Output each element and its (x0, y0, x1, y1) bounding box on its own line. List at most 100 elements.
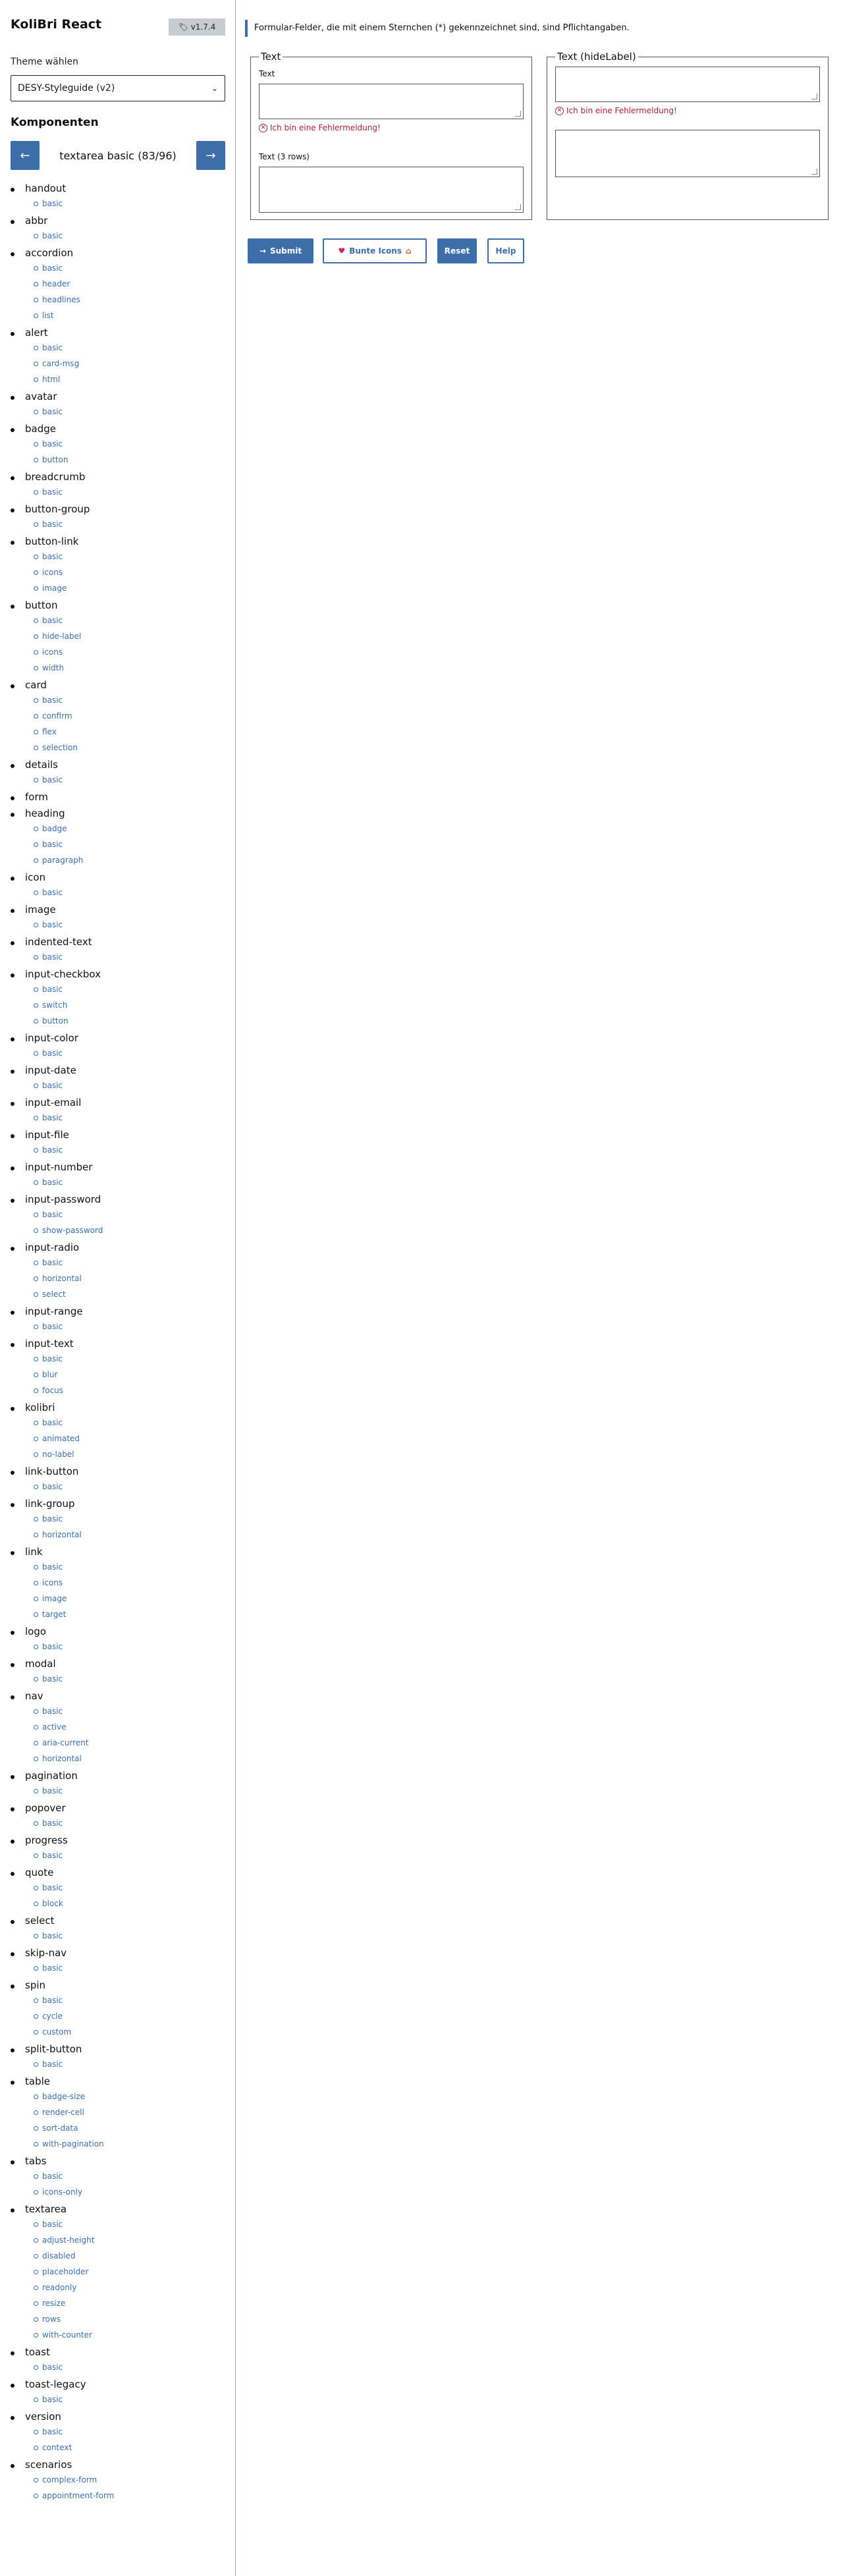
story-link[interactable]: basic (34, 1559, 227, 1575)
story-link[interactable]: header (34, 276, 227, 292)
story-link[interactable]: icons (34, 644, 227, 660)
story-link[interactable]: render-cell (34, 2104, 227, 2120)
story-link[interactable]: card-msg (34, 356, 227, 371)
story-link[interactable]: icons (34, 1575, 227, 1591)
story-link[interactable]: icons (34, 564, 227, 580)
story-link[interactable]: basic (34, 949, 227, 965)
story-link[interactable]: custom (34, 2024, 227, 2040)
story-link[interactable]: context (34, 2440, 227, 2455)
story-link[interactable]: basic (34, 436, 227, 452)
story-link[interactable]: badge-size (34, 2089, 227, 2104)
story-link[interactable]: basic (34, 1045, 227, 1061)
story-link[interactable]: image (34, 1591, 227, 1606)
story-link[interactable]: select (34, 1286, 227, 1302)
story-link[interactable]: basic (34, 2424, 227, 2440)
story-link[interactable]: icons-only (34, 2184, 227, 2200)
story-link[interactable]: basic (34, 1351, 227, 1367)
story-link[interactable]: basic (34, 1479, 227, 1494)
story-link[interactable]: basic (34, 1880, 227, 1896)
story-link[interactable]: basic (34, 549, 227, 564)
story-link[interactable]: basic (34, 404, 227, 420)
story-link[interactable]: basic (34, 484, 227, 500)
story-link[interactable]: basic (34, 1142, 227, 1158)
story-link[interactable]: selection (34, 740, 227, 755)
story-link[interactable]: basic (34, 1174, 227, 1190)
story-link[interactable]: basic (34, 2392, 227, 2407)
textarea-3-rows[interactable] (259, 167, 524, 213)
story-link[interactable]: basic (34, 885, 227, 900)
story-link[interactable]: paragraph (34, 852, 227, 868)
story-link[interactable]: basic (34, 1671, 227, 1687)
story-link[interactable]: basic (34, 1992, 227, 2008)
story-link[interactable]: hide-label (34, 628, 227, 644)
story-link[interactable]: appointment-form (34, 2488, 227, 2504)
story-link[interactable]: flex (34, 724, 227, 740)
theme-select[interactable]: DESY-Styleguide (v2) ⌄ (11, 75, 225, 101)
story-link[interactable]: basic (34, 1783, 227, 1799)
story-link[interactable]: basic (34, 260, 227, 276)
story-link[interactable]: basic (34, 1815, 227, 1831)
story-link[interactable]: active (34, 1719, 227, 1735)
story-link[interactable]: basic (34, 516, 227, 532)
story-link[interactable]: rows (34, 2311, 227, 2327)
story-link[interactable]: basic (34, 836, 227, 852)
story-link[interactable]: readonly (34, 2280, 227, 2295)
story-link[interactable]: basic (34, 1207, 227, 1222)
textarea-text[interactable] (259, 84, 524, 119)
story-link[interactable]: horizontal (34, 1527, 227, 1543)
story-link[interactable]: basic (34, 692, 227, 708)
story-link[interactable]: with-counter (34, 2327, 227, 2343)
story-link[interactable]: badge (34, 821, 227, 836)
story-link[interactable]: list (34, 308, 227, 323)
story-link[interactable]: basic (34, 1078, 227, 1093)
story-link[interactable]: basic (34, 340, 227, 356)
story-link[interactable]: sort-data (34, 2120, 227, 2136)
story-link[interactable]: basic (34, 917, 227, 933)
story-link[interactable]: block (34, 1896, 227, 1911)
story-link[interactable]: basic (34, 2056, 227, 2072)
story-link[interactable]: basic (34, 196, 227, 211)
colorful-icons-button[interactable]: ♥ Bunte Icons ⌂ (323, 238, 427, 263)
story-link[interactable]: basic (34, 1415, 227, 1431)
previous-button[interactable]: ← (11, 141, 40, 170)
story-link[interactable]: basic (34, 1703, 227, 1719)
story-link[interactable]: basic (34, 2216, 227, 2232)
story-link[interactable]: basic (34, 1110, 227, 1126)
story-link[interactable]: placeholder (34, 2264, 227, 2280)
story-link[interactable]: horizontal (34, 1271, 227, 1286)
story-link[interactable]: basic (34, 1255, 227, 1271)
story-link[interactable]: target (34, 1606, 227, 1622)
story-link[interactable]: button (34, 1013, 227, 1029)
next-button[interactable]: → (196, 141, 225, 170)
story-link[interactable]: switch (34, 997, 227, 1013)
story-link[interactable]: basic (34, 2359, 227, 2375)
help-button[interactable]: Help (487, 238, 524, 263)
story-link[interactable]: button (34, 452, 227, 468)
story-link[interactable]: cycle (34, 2008, 227, 2024)
story-link[interactable]: no-label (34, 1446, 227, 1462)
story-link[interactable]: horizontal (34, 1751, 227, 1767)
story-link[interactable]: basic (34, 228, 227, 244)
story-link[interactable]: animated (34, 1431, 227, 1446)
story-link[interactable]: confirm (34, 708, 227, 724)
story-link[interactable]: basic (34, 772, 227, 788)
reset-button[interactable]: Reset (437, 238, 477, 263)
story-link[interactable]: resize (34, 2295, 227, 2311)
story-link[interactable]: aria-current (34, 1735, 227, 1751)
story-link[interactable]: adjust-height (34, 2232, 227, 2248)
story-link[interactable]: basic (34, 1319, 227, 1334)
story-link[interactable]: basic (34, 1639, 227, 1655)
story-link[interactable]: headlines (34, 292, 227, 308)
submit-button[interactable]: → Submit (248, 238, 313, 263)
story-link[interactable]: focus (34, 1383, 227, 1398)
story-link[interactable]: basic (34, 1511, 227, 1527)
story-link[interactable]: show-password (34, 1222, 227, 1238)
story-link[interactable]: basic (34, 613, 227, 628)
textarea-hidelabel[interactable] (555, 67, 820, 102)
story-link[interactable]: basic (34, 1960, 227, 1976)
story-link[interactable]: width (34, 660, 227, 676)
story-link[interactable]: basic (34, 981, 227, 997)
story-link[interactable]: basic (34, 1848, 227, 1863)
story-link[interactable]: with-pagination (34, 2136, 227, 2152)
story-link[interactable]: complex-form (34, 2472, 227, 2488)
